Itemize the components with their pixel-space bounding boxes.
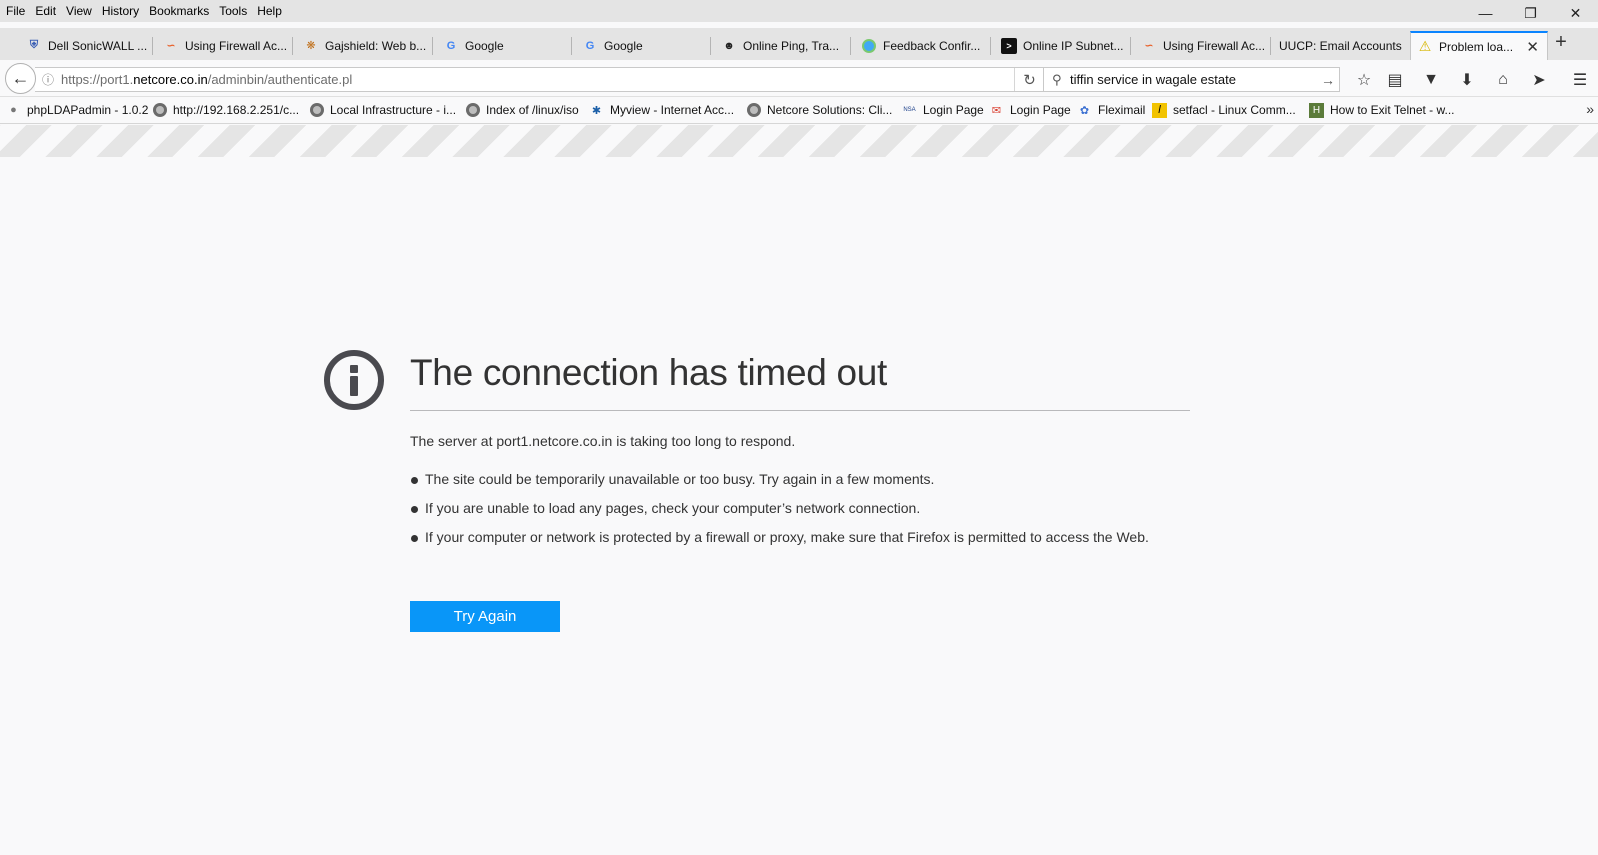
tab-gajshield[interactable]: ❋ Gajshield: Web b... [297, 31, 433, 60]
tab-label: Google [465, 38, 504, 53]
google-icon: G [446, 39, 456, 52]
error-description: The server at port1.netcore.co.in is tak… [410, 433, 796, 449]
tab-online-ping[interactable]: ☻ Online Ping, Tra... [715, 31, 851, 60]
bookmark-192-168[interactable]: http://192.168.2.251/c... [152, 101, 299, 119]
menu-tools[interactable]: Tools [214, 4, 252, 18]
send-button[interactable]: ➤ [1527, 68, 1551, 92]
menu-help[interactable]: Help [252, 4, 287, 18]
list-item: If you are unable to load any pages, che… [410, 498, 1180, 519]
tab-ip-subnet[interactable]: > Online IP Subnet... [995, 31, 1131, 60]
striped-banner [0, 125, 1598, 157]
restore-button[interactable]: ❐ [1508, 0, 1553, 26]
nav-bar: ⓘ https://port1.netcore.co.in/adminbin/a… [0, 60, 1598, 97]
bookmark-exit-telnet[interactable]: H How to Exit Telnet - w... [1309, 101, 1455, 119]
list-item: The site could be temporarily unavailabl… [410, 469, 1180, 490]
close-window-button[interactable]: ✕ [1553, 0, 1598, 26]
tab-label: Online IP Subnet... [1023, 38, 1124, 53]
bookmarks-overflow-chevron-icon[interactable]: » [1586, 101, 1594, 117]
search-go-icon[interactable]: → [1317, 72, 1339, 88]
tab-label: Online Ping, Tra... [743, 38, 840, 53]
globe-icon [861, 38, 877, 54]
bookmark-login-page-1[interactable]: NSA Login Page [902, 101, 983, 119]
error-title: The connection has timed out [410, 352, 888, 393]
flexi-icon: ✿ [1079, 104, 1090, 117]
h-icon: H [1309, 102, 1324, 118]
search-input[interactable] [1070, 72, 1317, 87]
tab-label: Using Firewall Ac... [1163, 38, 1266, 53]
tab-strip: ⛨ Dell SonicWALL ... ∽ Using Firewall Ac… [0, 28, 1598, 60]
menu-bar: File Edit View History Bookmarks Tools H… [0, 0, 1598, 22]
tab-firewall-2[interactable]: ∽ Using Firewall Ac... [1135, 31, 1271, 60]
l-icon: l [1152, 102, 1167, 118]
site-info-icon[interactable]: ⓘ [35, 71, 61, 88]
php-icon: ● [10, 104, 17, 116]
swoosh-icon: ∽ [1144, 40, 1154, 52]
terminal-icon: > [1001, 37, 1017, 54]
penguin-icon: ☻ [723, 39, 735, 52]
mail-icon: ✉ [991, 104, 1002, 117]
try-again-button[interactable]: Try Again [410, 601, 560, 632]
globe-icon [465, 103, 480, 118]
bookmark-local-infrastructure[interactable]: Local Infrastructure - i... [309, 101, 456, 119]
bookmark-fleximail[interactable]: ✿ Fleximail [1077, 101, 1145, 119]
reload-icon[interactable]: ↻ [1014, 68, 1044, 91]
tab-label: Gajshield: Web b... [325, 38, 427, 53]
downloads-button[interactable]: ⬇ [1455, 68, 1479, 92]
error-suggestions: The site could be temporarily unavailabl… [410, 469, 1180, 556]
url-text[interactable]: https://port1.netcore.co.in/adminbin/aut… [61, 72, 1014, 87]
warning-icon: ⚠ [1418, 38, 1432, 54]
shield-icon: ⛨ [29, 39, 39, 51]
back-button[interactable]: ← [5, 63, 36, 94]
list-item: If your computer or network is protected… [410, 527, 1180, 548]
reading-list-button[interactable]: ▤ [1383, 68, 1407, 92]
tab-label: Google [604, 38, 643, 53]
tab-firewall-1[interactable]: ∽ Using Firewall Ac... [157, 31, 293, 60]
bookmarks-bar: ● phpLDAPadmin - 1.0.2 http://192.168.2.… [0, 97, 1598, 124]
globe-icon [152, 103, 167, 118]
bookmark-netcore-solutions[interactable]: Netcore Solutions: Cli... [746, 101, 892, 119]
google-icon: G [585, 39, 595, 52]
hamburger-menu-button[interactable]: ☰ [1568, 68, 1592, 92]
tab-dell-sonicwall[interactable]: ⛨ Dell SonicWALL ... [20, 31, 153, 60]
info-icon [324, 350, 384, 410]
tab-feedback[interactable]: Feedback Confir... [855, 31, 991, 60]
bookmark-login-page-2[interactable]: ✉ Login Page [989, 101, 1071, 119]
bookmark-index-linux-iso[interactable]: Index of /linux/iso [465, 101, 579, 119]
pocket-button[interactable]: ▼ [1419, 68, 1443, 92]
tab-uucp[interactable]: UUCP: Email Accounts [1275, 31, 1411, 60]
menu-view[interactable]: View [61, 4, 97, 18]
globe-icon [746, 103, 761, 118]
bookmark-phpldapadmin[interactable]: ● phpLDAPadmin - 1.0.2 [6, 101, 148, 119]
close-tab-icon[interactable]: ✕ [1526, 38, 1539, 56]
globe-icon [309, 103, 324, 118]
nsa-icon: NSA [903, 107, 916, 113]
bookmark-myview[interactable]: ✱ Myview - Internet Acc... [589, 101, 734, 119]
back-arrow-icon: ← [11, 68, 30, 88]
tab-label: Feedback Confir... [883, 38, 981, 53]
new-tab-button[interactable]: + [1550, 32, 1572, 54]
menu-bookmarks[interactable]: Bookmarks [144, 4, 214, 18]
tab-problem-loading[interactable]: ⚠ Problem loa... ✕ [1410, 31, 1548, 60]
bookmark-setfacl[interactable]: l setfacl - Linux Comm... [1152, 101, 1296, 119]
divider [410, 410, 1190, 411]
minimize-button[interactable]: — [1463, 0, 1508, 26]
menu-history[interactable]: History [97, 4, 144, 18]
tab-label: UUCP: Email Accounts [1279, 38, 1402, 53]
tab-google-1[interactable]: G Google [437, 31, 572, 60]
search-bar[interactable]: ⚲ → [1043, 67, 1340, 92]
search-icon: ⚲ [1052, 71, 1062, 87]
tata-icon: ✱ [591, 104, 602, 117]
tab-label: Using Firewall Ac... [185, 38, 288, 53]
tab-label: Problem loa... [1439, 39, 1514, 54]
home-button[interactable]: ⌂ [1491, 68, 1515, 92]
tab-google-2[interactable]: G Google [576, 31, 711, 60]
url-bar[interactable]: ⓘ https://port1.netcore.co.in/adminbin/a… [35, 67, 1045, 92]
swoosh-icon: ∽ [166, 40, 176, 52]
tab-label: Dell SonicWALL ... [48, 38, 148, 53]
menu-file[interactable]: File [0, 4, 30, 18]
menu-edit[interactable]: Edit [30, 4, 61, 18]
bookmark-star-button[interactable]: ☆ [1352, 68, 1376, 92]
bug-icon: ❋ [306, 40, 316, 52]
